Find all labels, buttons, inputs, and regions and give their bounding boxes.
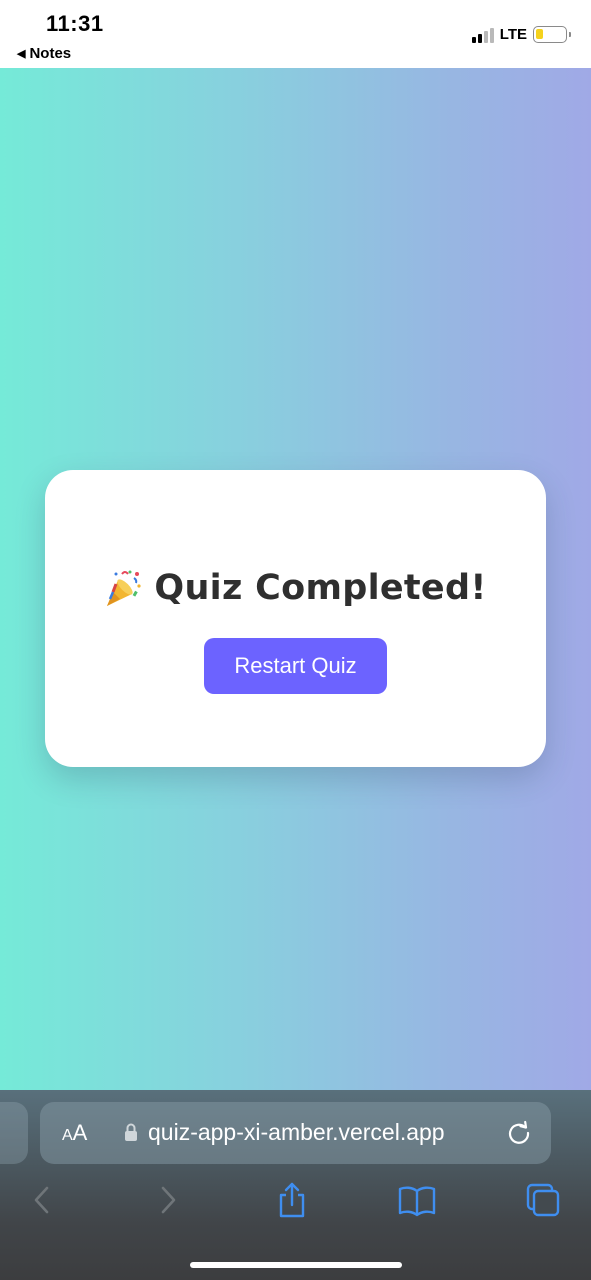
text-size-big-a: A xyxy=(72,1120,88,1145)
signal-bar xyxy=(489,27,494,43)
browser-bottom-bar: A A quiz-app-xi-amber.vercel.app xyxy=(0,1090,591,1280)
status-bar: 11:31 ◀ Notes LTE xyxy=(0,0,591,68)
back-icon[interactable] xyxy=(22,1180,62,1220)
restart-quiz-button[interactable]: Restart Quiz xyxy=(204,638,387,694)
lock-icon xyxy=(125,1123,137,1141)
web-page: Quiz Completed! Restart Quiz xyxy=(0,68,591,1090)
back-triangle-icon: ◀ xyxy=(17,48,26,60)
cellular-signal-icon xyxy=(471,27,494,43)
result-card: Quiz Completed! Restart Quiz xyxy=(45,470,546,767)
signal-bar xyxy=(477,33,482,43)
signal-bar xyxy=(471,36,476,43)
status-time: 11:31 xyxy=(46,11,104,36)
battery-level xyxy=(536,29,543,39)
network-type: LTE xyxy=(499,26,527,43)
home-indicator[interactable] xyxy=(190,1262,402,1268)
url-text: quiz-app-xi-amber.vercel.app xyxy=(148,1119,445,1145)
battery-cap xyxy=(569,32,571,37)
forward-icon[interactable] xyxy=(148,1180,188,1220)
signal-bar xyxy=(483,30,488,43)
quiz-completed-heading: Quiz Completed! xyxy=(104,568,486,608)
share-icon[interactable] xyxy=(272,1180,312,1220)
text-size-button[interactable]: A A xyxy=(62,1120,87,1146)
browser-toolbar xyxy=(0,1180,591,1230)
screen: 11:31 ◀ Notes LTE Quiz Completed! Restar… xyxy=(0,0,591,1280)
reload-icon[interactable] xyxy=(506,1120,532,1146)
party-popper-icon xyxy=(107,570,141,606)
previous-tab-preview[interactable] xyxy=(0,1102,28,1164)
back-app-label: Notes xyxy=(29,45,72,62)
text-size-small-a: A xyxy=(62,1127,73,1144)
address-bar[interactable]: A A quiz-app-xi-amber.vercel.app xyxy=(40,1102,551,1164)
bookmarks-icon[interactable] xyxy=(397,1180,437,1220)
tabs-icon[interactable] xyxy=(523,1180,563,1220)
battery-icon xyxy=(533,26,571,43)
back-to-app-link[interactable]: ◀ Notes xyxy=(17,45,71,62)
quiz-completed-title: Quiz Completed! xyxy=(154,568,487,608)
status-indicators: LTE xyxy=(471,26,571,43)
